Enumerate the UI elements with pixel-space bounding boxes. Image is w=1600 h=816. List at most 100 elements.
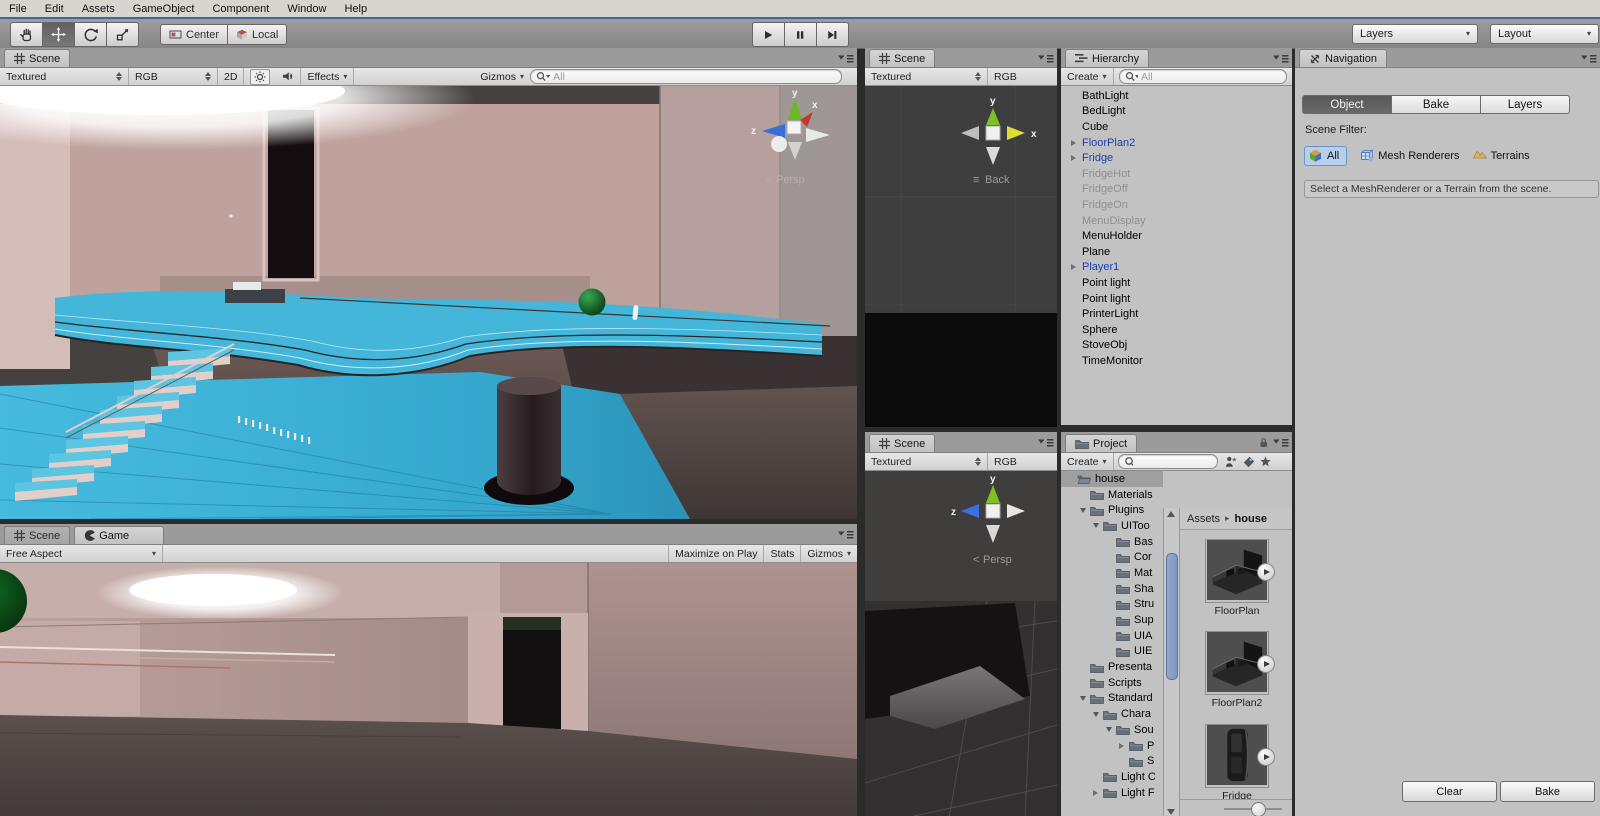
scene-viewport[interactable]: y x z < Persp (0, 86, 857, 519)
hierarchy-item[interactable]: FridgeHot (1061, 166, 1292, 182)
menu-gameobject[interactable]: GameObject (124, 0, 204, 17)
hierarchy-item[interactable]: FridgeOn (1061, 197, 1292, 213)
expand-arrow-icon[interactable] (1119, 742, 1124, 749)
layers-dropdown[interactable]: Layers ▾ (1352, 24, 1478, 44)
tab-hierarchy[interactable]: Hierarchy (1065, 49, 1150, 67)
panel-menu-icon[interactable] (1580, 52, 1597, 64)
prefab-expand-badge[interactable] (1257, 563, 1275, 581)
shading-mode-dropdown[interactable]: Textured (0, 68, 129, 85)
scene-persp-viewport[interactable]: y z < Persp (865, 471, 1057, 816)
shading-mode-dropdown[interactable]: Textured (865, 68, 988, 85)
prefab-expand-badge[interactable] (1257, 748, 1275, 766)
breadcrumb[interactable]: Assets ▸ house (1180, 508, 1292, 530)
hierarchy-item[interactable]: PrinterLight (1061, 306, 1292, 322)
project-tree-item[interactable]: Mat (1061, 565, 1163, 581)
game-viewport[interactable] (0, 563, 857, 816)
project-tree-item[interactable]: house (1061, 471, 1163, 487)
hierarchy-item[interactable]: Player1 (1061, 260, 1292, 276)
pause-button[interactable] (785, 22, 817, 47)
hierarchy-item[interactable]: FridgeOff (1061, 182, 1292, 198)
menu-file[interactable]: File (0, 0, 36, 17)
panel-menu-icon[interactable] (1037, 436, 1054, 448)
scale-tool-button[interactable] (107, 22, 139, 47)
project-tree-item[interactable]: Scripts (1061, 675, 1163, 691)
axis-x-label[interactable]: x (1031, 129, 1037, 140)
collapse-arrow-icon[interactable] (1080, 695, 1086, 701)
breadcrumb-root[interactable]: Assets (1187, 513, 1220, 525)
layout-dropdown[interactable]: Layout ▾ (1490, 24, 1599, 44)
lighting-toggle-button[interactable] (244, 68, 276, 85)
shading-mode-dropdown[interactable]: Textured (865, 453, 988, 470)
project-tree-item[interactable]: Chara (1061, 706, 1163, 722)
hierarchy-item[interactable]: FloorPlan2 (1061, 135, 1292, 151)
hierarchy-item[interactable]: MenuDisplay (1061, 213, 1292, 229)
nav-tab-object[interactable]: Object (1302, 95, 1392, 114)
scrollbar-thumb[interactable] (1166, 553, 1178, 680)
prefab-expand-badge[interactable] (1257, 655, 1275, 673)
pivot-center-button[interactable]: Center (160, 24, 229, 45)
slider-knob[interactable] (1251, 802, 1266, 816)
lock-icon[interactable] (1259, 437, 1268, 448)
effects-dropdown[interactable]: Effects ▾ (301, 68, 355, 85)
hierarchy-item[interactable]: Plane (1061, 244, 1292, 260)
axis-x-label[interactable]: x (812, 100, 818, 111)
tab-scene[interactable]: Scene (869, 49, 936, 67)
expand-arrow-icon[interactable] (1071, 264, 1076, 271)
tab-project[interactable]: Project (1065, 434, 1138, 452)
tab-navigation[interactable]: Navigation (1299, 49, 1387, 67)
project-tree-item[interactable]: S (1061, 753, 1163, 769)
project-tree-item[interactable]: P (1061, 738, 1163, 754)
asset-thumbnail[interactable] (1205, 631, 1275, 695)
tab-scene[interactable]: Scene (4, 49, 71, 67)
project-create-dropdown[interactable]: Create ▾ (1061, 453, 1114, 470)
render-mode-dropdown[interactable]: RGB (129, 68, 218, 85)
pivot-local-button[interactable]: Local (228, 24, 288, 45)
asset-item[interactable]: FloorPlan2 (1205, 631, 1275, 709)
expand-arrow-icon[interactable] (1071, 139, 1076, 146)
menu-edit[interactable]: Edit (36, 0, 73, 17)
hierarchy-search-field[interactable] (1118, 69, 1287, 84)
menu-assets[interactable]: Assets (73, 0, 124, 17)
stats-button[interactable]: Stats (764, 545, 802, 562)
view-mode-label[interactable]: Back (985, 174, 1010, 186)
render-mode-dropdown[interactable]: RGB (988, 68, 1023, 85)
filter-terrains[interactable]: Terrains (1472, 149, 1530, 163)
hierarchy-item[interactable]: Sphere (1061, 322, 1292, 338)
render-mode-dropdown[interactable]: RGB (988, 453, 1023, 470)
project-tree-item[interactable]: Bas (1061, 534, 1163, 550)
search-input[interactable] (553, 70, 836, 83)
collapse-arrow-icon[interactable] (1080, 507, 1086, 513)
panel-menu-icon[interactable] (1037, 52, 1054, 64)
hierarchy-item[interactable]: Cube (1061, 119, 1292, 135)
filter-all[interactable]: All (1304, 146, 1348, 166)
axis-y-label[interactable]: y (990, 96, 996, 107)
aspect-ratio-dropdown[interactable]: Free Aspect ▾ (0, 545, 163, 562)
filter-mesh-renderers[interactable]: Mesh Renderers (1360, 149, 1460, 163)
panel-menu-icon[interactable] (837, 52, 854, 64)
scroll-down-icon[interactable] (1167, 809, 1175, 815)
panel-menu-icon[interactable] (837, 528, 854, 540)
breadcrumb-current[interactable]: house (1235, 513, 1267, 525)
tab-game[interactable]: Game (74, 526, 165, 544)
search-input[interactable] (1135, 455, 1212, 468)
maximize-on-play-button[interactable]: Maximize on Play (668, 545, 765, 562)
project-tree-scrollbar[interactable] (1163, 508, 1180, 816)
project-tree-item[interactable]: Sou (1061, 722, 1163, 738)
favorites-star-icon[interactable] (1259, 456, 1271, 467)
scroll-up-icon[interactable] (1167, 511, 1175, 517)
project-tree-item[interactable]: Standard (1061, 691, 1163, 707)
step-button[interactable] (817, 22, 849, 47)
menu-window[interactable]: Window (278, 0, 335, 17)
nav-tab-layers[interactable]: Layers (1481, 95, 1570, 114)
axis-y-label[interactable]: y (990, 474, 996, 485)
game-gizmos-dropdown[interactable]: Gizmos ▾ (801, 545, 857, 562)
project-tree-item[interactable]: Materials (1061, 487, 1163, 503)
bake-button[interactable]: Bake (1500, 781, 1595, 802)
persp-icon[interactable]: < (766, 174, 772, 186)
hierarchy-item[interactable]: Fridge (1061, 150, 1292, 166)
scene-back-viewport[interactable]: y x ≡ Back (865, 86, 1057, 427)
asset-item[interactable]: Fridge (1205, 724, 1275, 802)
asset-item[interactable]: FloorPlan (1205, 539, 1275, 617)
hierarchy-item[interactable]: MenuHolder (1061, 228, 1292, 244)
expand-arrow-icon[interactable] (1071, 155, 1076, 162)
